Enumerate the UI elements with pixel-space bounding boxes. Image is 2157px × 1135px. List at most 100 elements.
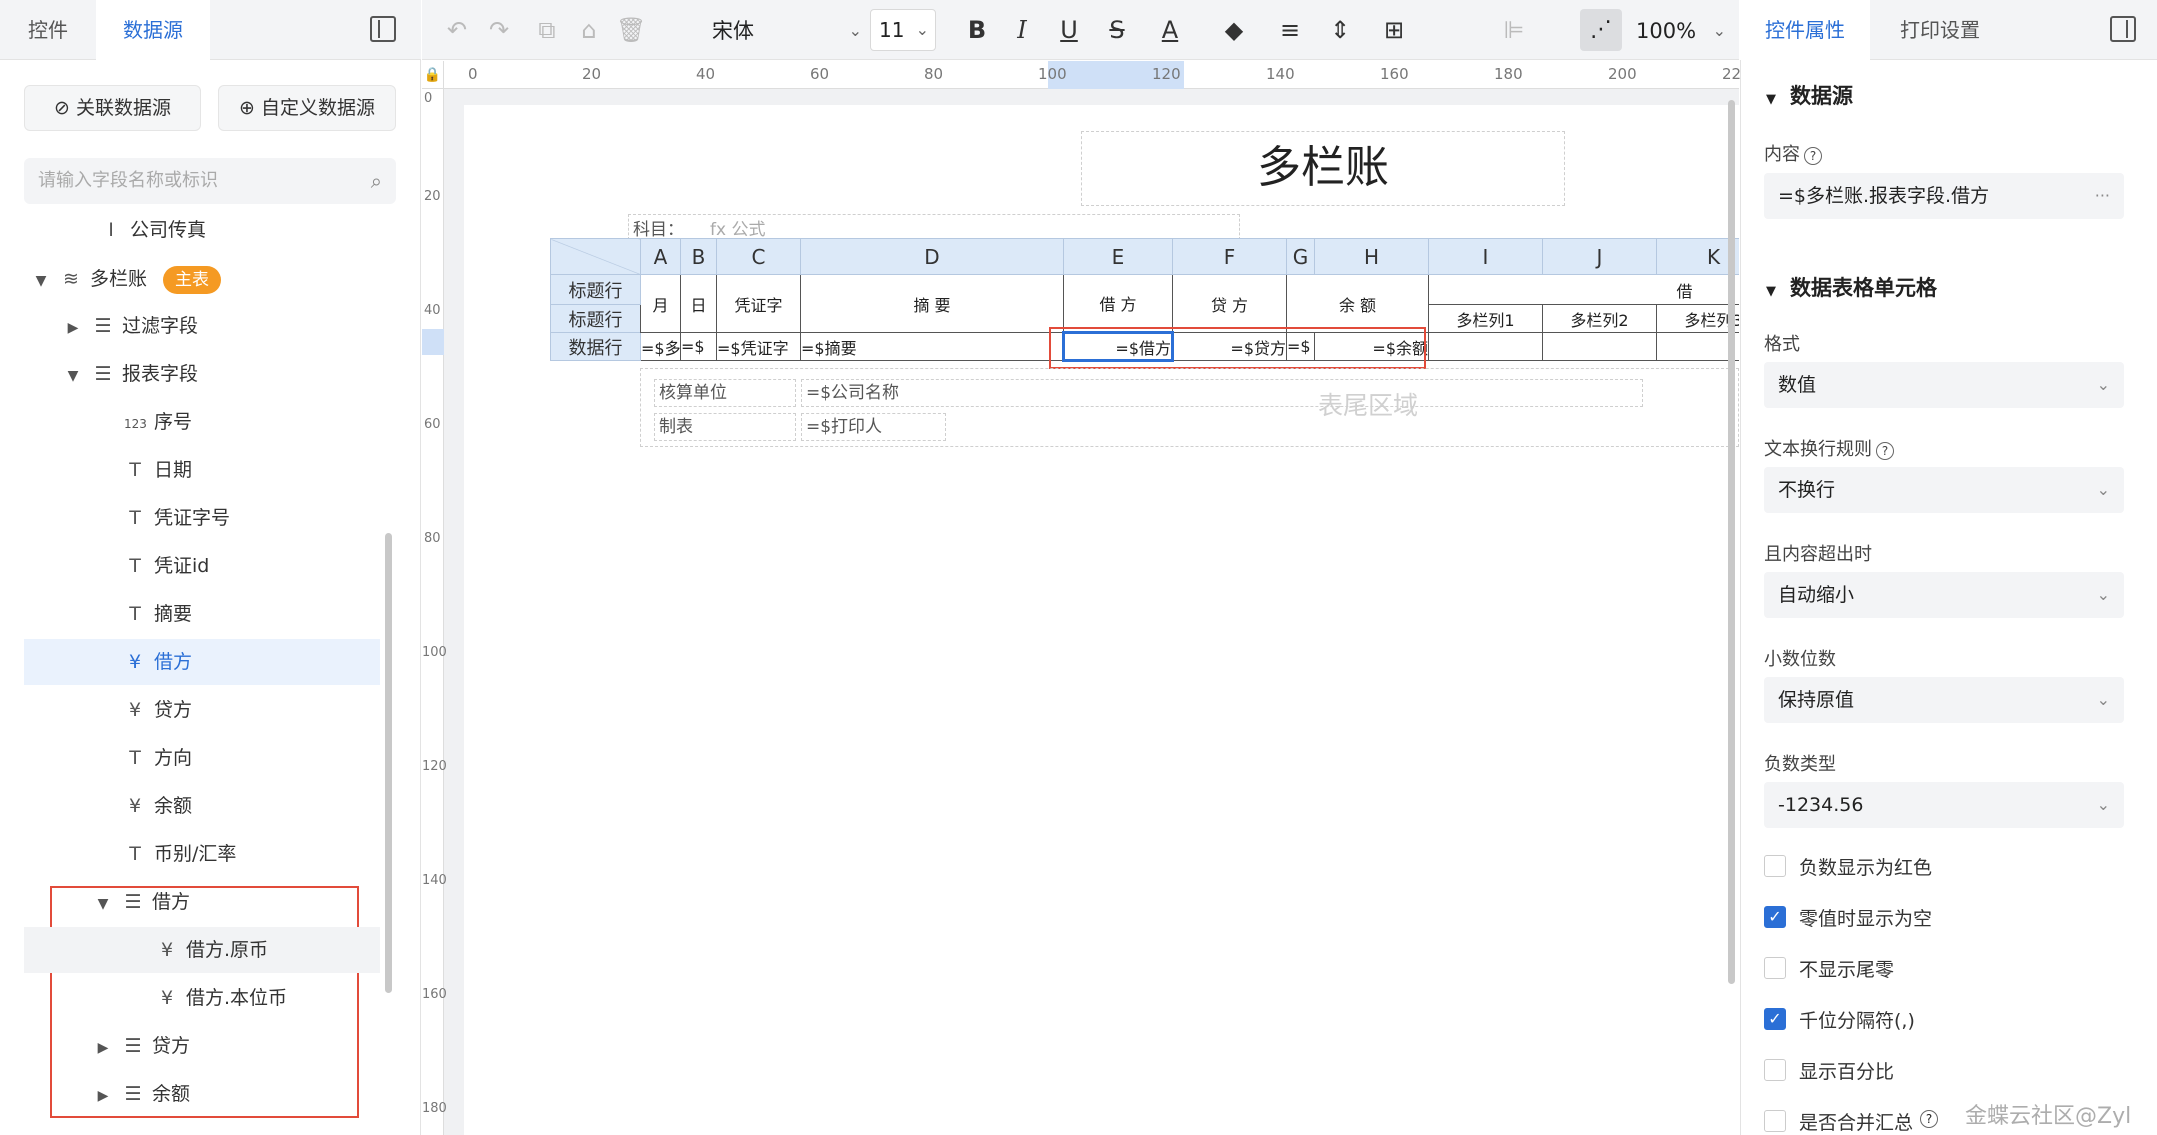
section-cell[interactable]: ▼ 数据表格单元格 bbox=[1766, 272, 1937, 302]
cell-summary[interactable]: 摘 要 bbox=[800, 274, 1064, 333]
tree-item[interactable]: T 方向 bbox=[124, 735, 380, 781]
cell-credit[interactable]: 贷 方 bbox=[1172, 274, 1287, 333]
left-scrollbar[interactable] bbox=[385, 533, 392, 993]
tree-item[interactable]: T 凭证字号 bbox=[124, 495, 380, 541]
italic-icon[interactable]: I bbox=[1007, 0, 1037, 60]
caret-down-icon[interactable]: ▼ bbox=[30, 258, 52, 304]
cell-multi-col[interactable]: 多栏列2 bbox=[1542, 304, 1657, 333]
tree-item[interactable]: T 日期 bbox=[124, 447, 380, 493]
decimals-select[interactable]: 保持原值 ⌄ bbox=[1764, 677, 2124, 723]
cell-multi-col[interactable]: 多栏列1 bbox=[1428, 304, 1543, 333]
font-size-select[interactable]: 11 ⌄ bbox=[870, 9, 936, 51]
format-painter-icon[interactable]: ⌂ bbox=[574, 0, 604, 60]
font-color-icon[interactable]: A bbox=[1148, 0, 1192, 60]
tab-print-settings[interactable]: 打印设置 bbox=[1870, 0, 2010, 60]
column-header[interactable]: H bbox=[1314, 238, 1429, 275]
checkbox-checked[interactable]: ✓ bbox=[1764, 906, 1786, 928]
checkbox[interactable] bbox=[1764, 957, 1786, 979]
cell-voucher[interactable]: 凭证字 bbox=[716, 274, 801, 333]
checkbox[interactable] bbox=[1764, 1059, 1786, 1081]
cell-debit-multi[interactable]: 借 bbox=[1428, 274, 1739, 305]
canvas-scrollbar[interactable] bbox=[1728, 100, 1735, 984]
cell-multi-col[interactable]: 多栏列3 bbox=[1656, 304, 1739, 333]
tab-datasource[interactable]: 数据源 bbox=[96, 0, 210, 60]
caret-down-icon[interactable]: ▼ bbox=[92, 881, 114, 927]
row-header[interactable]: 数据行 bbox=[550, 332, 641, 361]
help-icon[interactable]: ? bbox=[1804, 147, 1822, 165]
more-icon[interactable]: ··· bbox=[2095, 173, 2110, 219]
cell-debit[interactable]: 借 方 bbox=[1063, 274, 1173, 333]
tree-item[interactable]: ¥ 借方.本位币 bbox=[156, 975, 380, 1021]
data-cell[interactable]: =$多 bbox=[640, 332, 681, 361]
fill-color-icon[interactable]: ◆ bbox=[1212, 0, 1256, 60]
caret-right-icon[interactable]: ▶ bbox=[62, 305, 84, 351]
snap-icon[interactable]: ⋰ bbox=[1580, 9, 1622, 51]
subject-row[interactable]: 科目： fx 公式 bbox=[628, 214, 1240, 240]
cell-balance[interactable]: 余 额 bbox=[1286, 274, 1429, 333]
data-cell[interactable] bbox=[1428, 332, 1543, 361]
bold-icon[interactable]: B bbox=[962, 0, 992, 60]
help-icon[interactable]: ? bbox=[1876, 442, 1894, 460]
content-input[interactable]: =$多栏账.报表字段.借方 ··· bbox=[1764, 173, 2124, 219]
collapse-panel-icon[interactable] bbox=[370, 16, 396, 42]
row-header[interactable]: 标题行 bbox=[550, 274, 641, 305]
caret-right-icon[interactable]: ▶ bbox=[92, 1073, 114, 1119]
tree-item[interactable]: T 凭证id bbox=[124, 543, 380, 589]
collapse-panel-icon[interactable] bbox=[2110, 16, 2136, 42]
link-datasource-button[interactable]: ⊘ 关联数据源 bbox=[24, 85, 201, 131]
tree-item-debit-selected[interactable]: ¥ 借方 bbox=[24, 639, 380, 685]
column-header[interactable]: G bbox=[1286, 238, 1315, 275]
tree-item-credit-group[interactable]: ▶ ☰ 贷方 bbox=[92, 1023, 380, 1069]
align-icon[interactable]: ≡ bbox=[1268, 0, 1312, 60]
field-search-input[interactable]: 请输入字段名称或标识 ⌕ bbox=[24, 158, 396, 204]
checkbox-checked[interactable]: ✓ bbox=[1764, 1008, 1786, 1030]
font-family-select[interactable]: 宋体 ⌄ bbox=[712, 16, 862, 46]
unit-value[interactable]: =$公司名称 bbox=[801, 379, 1643, 407]
checkbox[interactable] bbox=[1764, 855, 1786, 877]
custom-datasource-button[interactable]: ⊕ 自定义数据源 bbox=[218, 85, 396, 131]
tree-item[interactable]: T 摘要 bbox=[124, 591, 380, 637]
maker-label[interactable]: 制表 bbox=[654, 413, 796, 441]
tree-item[interactable]: ¥ 贷方 bbox=[124, 687, 380, 733]
column-header[interactable]: C bbox=[716, 238, 801, 275]
undo-icon[interactable]: ↶ bbox=[442, 0, 472, 60]
copy-icon[interactable]: ⧉ bbox=[532, 0, 562, 60]
border-icon[interactable]: ⊞ bbox=[1372, 0, 1416, 60]
tab-control-props[interactable]: 控件属性 bbox=[1740, 0, 1870, 60]
delete-icon[interactable]: 🗑 bbox=[616, 0, 646, 60]
tree-item[interactable]: ¥ 借方.原币 bbox=[24, 927, 380, 973]
negative-select[interactable]: -1234.56 ⌄ bbox=[1764, 782, 2124, 828]
column-header[interactable]: I bbox=[1428, 238, 1543, 275]
grid-corner[interactable] bbox=[550, 238, 641, 275]
report-title[interactable]: 多栏账 bbox=[1081, 131, 1565, 206]
checkbox[interactable] bbox=[1764, 1110, 1786, 1132]
redo-icon[interactable]: ↷ bbox=[484, 0, 514, 60]
column-header[interactable]: E bbox=[1063, 238, 1173, 275]
column-header[interactable]: D bbox=[800, 238, 1064, 275]
caret-right-icon[interactable]: ▶ bbox=[92, 1025, 114, 1071]
section-datasource[interactable]: ▼ 数据源 bbox=[1766, 80, 1853, 110]
column-header[interactable]: F bbox=[1172, 238, 1287, 275]
format-select[interactable]: 数值 ⌄ bbox=[1764, 362, 2124, 408]
wrap-select[interactable]: 不换行 ⌄ bbox=[1764, 467, 2124, 513]
column-header[interactable]: B bbox=[680, 238, 717, 275]
data-cell[interactable]: =$摘要 bbox=[800, 332, 1064, 361]
lock-icon[interactable]: 🔒 bbox=[422, 61, 444, 89]
tree-item-report[interactable]: ▼ ☰ 报表字段 bbox=[62, 351, 380, 397]
unit-label[interactable]: 核算单位 bbox=[654, 379, 796, 407]
maker-value[interactable]: =$打印人 bbox=[801, 413, 946, 441]
tree-item[interactable]: T 币别/汇率 bbox=[124, 831, 380, 877]
tree-item[interactable]: I 公司传真 bbox=[100, 207, 380, 253]
data-cell[interactable]: =$ bbox=[680, 332, 717, 361]
help-icon[interactable]: ? bbox=[1920, 1110, 1938, 1128]
tree-item[interactable]: ¥ 余额 bbox=[124, 783, 380, 829]
row-header[interactable]: 标题行 bbox=[550, 304, 641, 333]
tree-item[interactable]: 123 序号 bbox=[124, 399, 380, 445]
data-cell[interactable] bbox=[1656, 332, 1739, 361]
column-header[interactable]: J bbox=[1542, 238, 1657, 275]
tree-item-multicol[interactable]: ▼ ≋ 多栏账 主表 bbox=[30, 256, 380, 302]
tree-item-balance-group[interactable]: ▶ ☰ 余额 bbox=[92, 1071, 380, 1117]
zoom-select[interactable]: 100% ⌄ bbox=[1636, 16, 1726, 46]
caret-down-icon[interactable]: ▼ bbox=[62, 353, 84, 399]
vertical-align-icon[interactable]: ⇕ bbox=[1318, 0, 1362, 60]
